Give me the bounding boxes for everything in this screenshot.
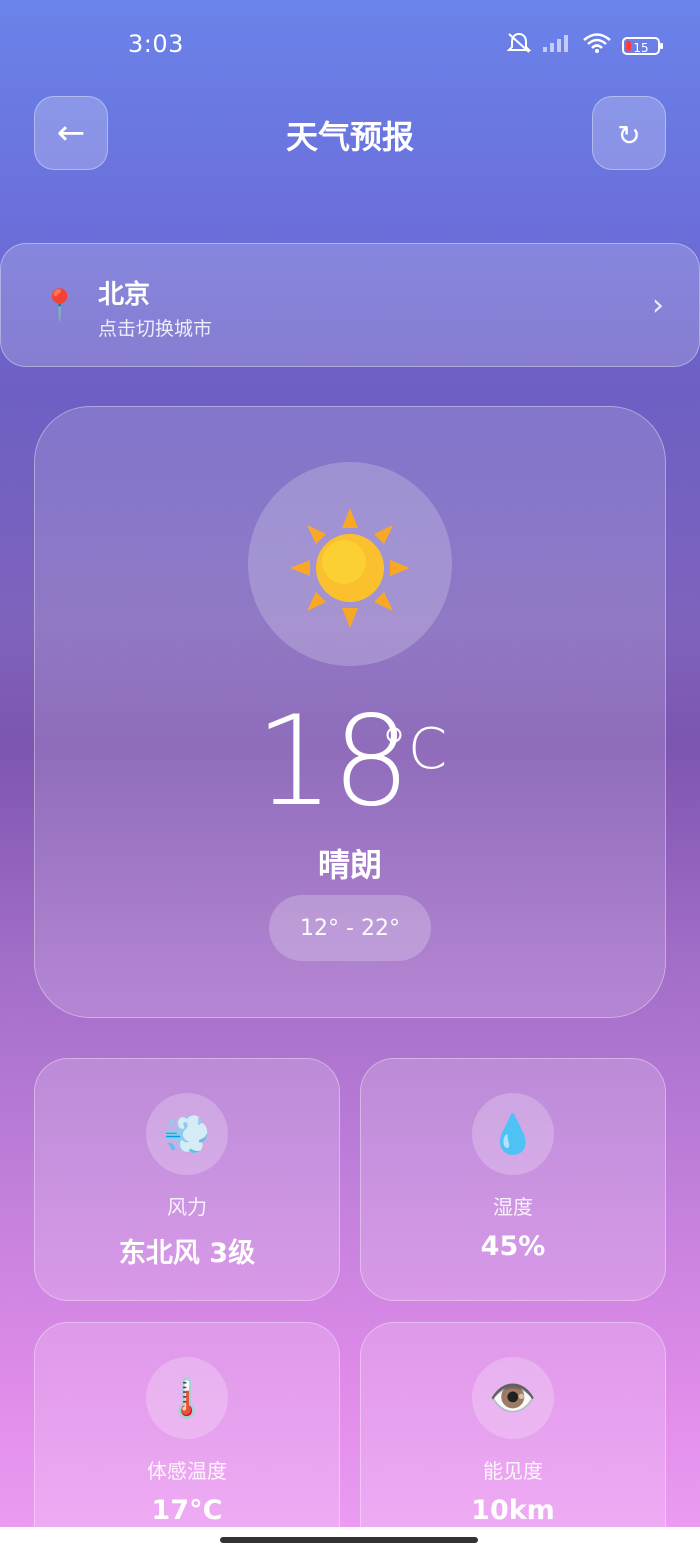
wind-label: 风力 [167,1195,207,1219]
humidity-card: 💧 湿度 45% [360,1058,666,1301]
wifi-icon [582,32,612,59]
droplet-icon: 💧 [472,1093,554,1175]
feels-like-card: 🌡️ 体感温度 17°C [34,1322,340,1555]
visibility-value: 10km [471,1495,555,1526]
refresh-icon: ↻ [617,119,641,152]
temperature-unit: °C [380,717,448,782]
chevron-right-icon: › [652,288,664,323]
temperature-range: 12° - 22° [269,895,431,961]
home-indicator[interactable] [220,1537,478,1543]
city-switch-hint: 点击切换城市 [98,318,213,340]
battery-icon: 15 [622,36,663,55]
status-icons: 15 [506,32,663,59]
feels-like-value: 17°C [151,1495,223,1526]
weather-description: 晴朗 [317,846,382,884]
refresh-button[interactable]: ↻ [592,96,666,170]
sun-icon [290,508,410,628]
location-pin-icon: 📍 [41,288,79,323]
thermometer-icon: 🌡️ [146,1357,228,1439]
wind-card: 💨 风力 东北风 3级 [34,1058,340,1301]
status-bar: 3:03 15 [0,0,700,90]
feels-like-label: 体感温度 [147,1459,227,1483]
status-time: 3:03 [128,30,184,58]
mute-icon [506,32,532,59]
visibility-card: 👁️ 能见度 10km [360,1322,666,1555]
wind-icon: 💨 [146,1093,228,1175]
visibility-label: 能见度 [483,1459,543,1483]
signal-icon [542,33,572,58]
eye-icon: 👁️ [472,1357,554,1439]
city-name: 北京 [98,280,151,310]
humidity-label: 湿度 [493,1195,533,1219]
wind-value: 东北风 3级 [118,1238,256,1269]
humidity-value: 45% [480,1231,546,1262]
